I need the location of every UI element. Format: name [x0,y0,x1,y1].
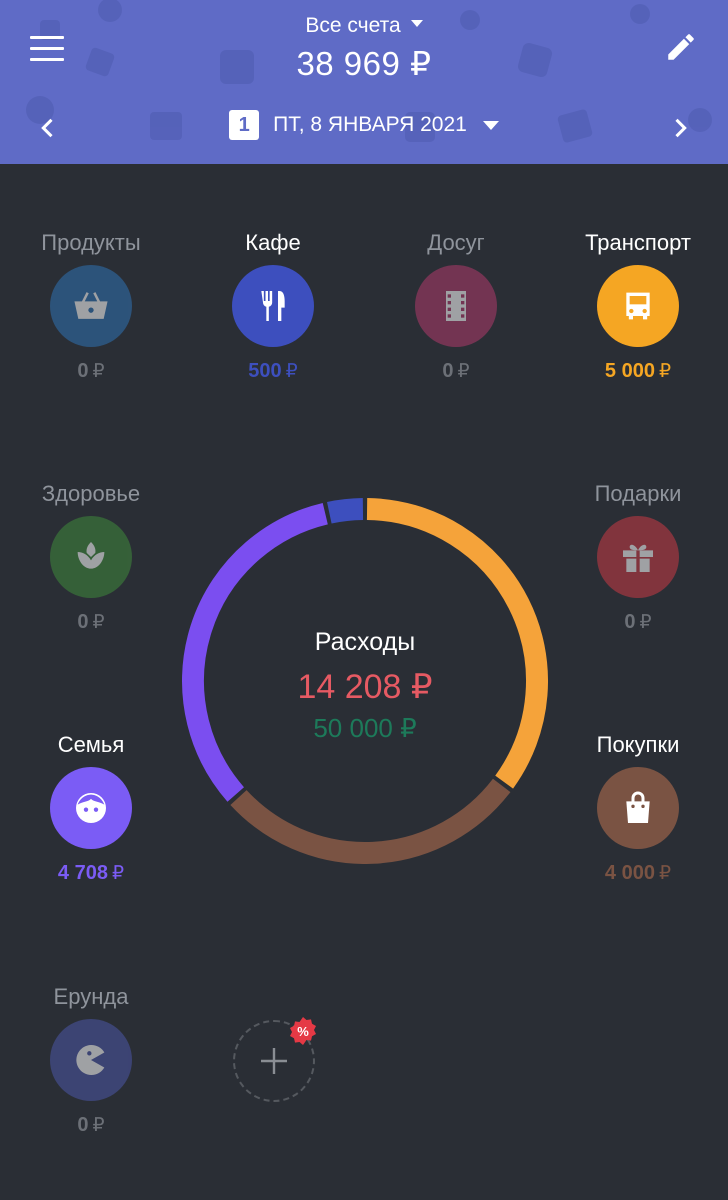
category-amount: 4 000 ₽ [604,862,672,884]
category-name: Здоровье [41,481,141,506]
category-icon-circle [415,265,497,347]
caret-down-icon [482,120,499,130]
category-name: Продукты [41,230,141,255]
calendar-day-badge: 1 [229,110,260,140]
category-zdorovye[interactable]: Здоровье 0 ₽ [11,479,171,634]
expense-summary: Расходы 14 208 ₽ 50 000 ₽ [182,628,548,744]
category-name: Кафе [245,230,301,255]
category-dosug[interactable]: Досуг 0 ₽ [376,228,536,383]
category-icon-circle [597,265,679,347]
category-icon-circle [50,1019,132,1101]
basket-icon [74,292,108,319]
category-amount: 5 000 ₽ [604,360,672,382]
fork-knife-icon [261,291,285,321]
category-erunda[interactable]: Ерунда 0 ₽ [11,982,171,1137]
gift-icon [623,544,653,572]
category-podarki[interactable]: Подарки 0 ₽ [558,479,718,634]
chevron-right-icon [675,118,687,138]
category-amount: 0 ₽ [77,611,105,633]
discount-badge-icon: % [290,1017,316,1045]
account-title: Все счета [305,14,401,37]
category-icon-circle [232,265,314,347]
leaf-icon [77,542,105,569]
category-name: Транспорт [585,230,691,255]
category-icon-circle [50,767,132,849]
face-icon [76,793,106,823]
category-semya[interactable]: Семья 4 708 ₽ [11,730,171,885]
expenses-label: Расходы [314,628,416,656]
category-name: Подарки [594,481,682,506]
expenses-budget: 50 000 ₽ [313,713,417,743]
category-produkty[interactable]: Продукты 0 ₽ [11,228,171,383]
discount-badge-text: % [297,1024,309,1039]
pacman-icon [76,1044,105,1075]
category-name: Покупки [596,732,680,757]
category-name: Ерунда [53,984,129,1009]
shopping-bag-icon [626,791,650,823]
caret-down-icon [410,19,423,27]
app-header: Все счета 38 969 ₽ 1 ПТ, 8 ЯНВАРЯ 2021 [0,0,728,164]
category-amount: 0 ₽ [77,1114,105,1136]
ring-segment [327,498,364,524]
film-icon [446,291,466,321]
next-date-button[interactable] [666,114,694,142]
account-balance: 38 969 ₽ [296,45,432,82]
category-amount: 4 708 ₽ [57,862,125,884]
pencil-icon [668,34,694,60]
category-icon-circle [597,767,679,849]
category-transport[interactable]: Транспорт 5 000 ₽ [558,228,718,383]
expenses-spent: 14 208 ₽ [297,668,433,706]
bus-icon [626,292,650,320]
date-selector[interactable]: 1 ПТ, 8 ЯНВАРЯ 2021 [0,110,728,140]
category-icon-circle [50,516,132,598]
category-amount: 0 ₽ [624,611,652,633]
category-amount: 0 ₽ [442,360,470,382]
category-icon-circle [50,265,132,347]
date-navigator: 1 ПТ, 8 ЯНВАРЯ 2021 [0,110,728,146]
category-icon-circle [597,516,679,598]
current-date: ПТ, 8 ЯНВАРЯ 2021 [273,113,467,136]
ring-segment [230,778,511,864]
category-pokupki[interactable]: Покупки 4 000 ₽ [558,730,718,885]
category-amount: 0 ₽ [77,360,105,382]
category-name: Досуг [427,230,485,255]
category-name: Семья [57,732,125,757]
edit-button[interactable] [664,30,698,64]
category-kafe[interactable]: Кафе 500 ₽ [193,228,353,383]
account-selector[interactable]: Все счета [0,14,728,38]
category-amount: 500 ₽ [248,360,298,382]
